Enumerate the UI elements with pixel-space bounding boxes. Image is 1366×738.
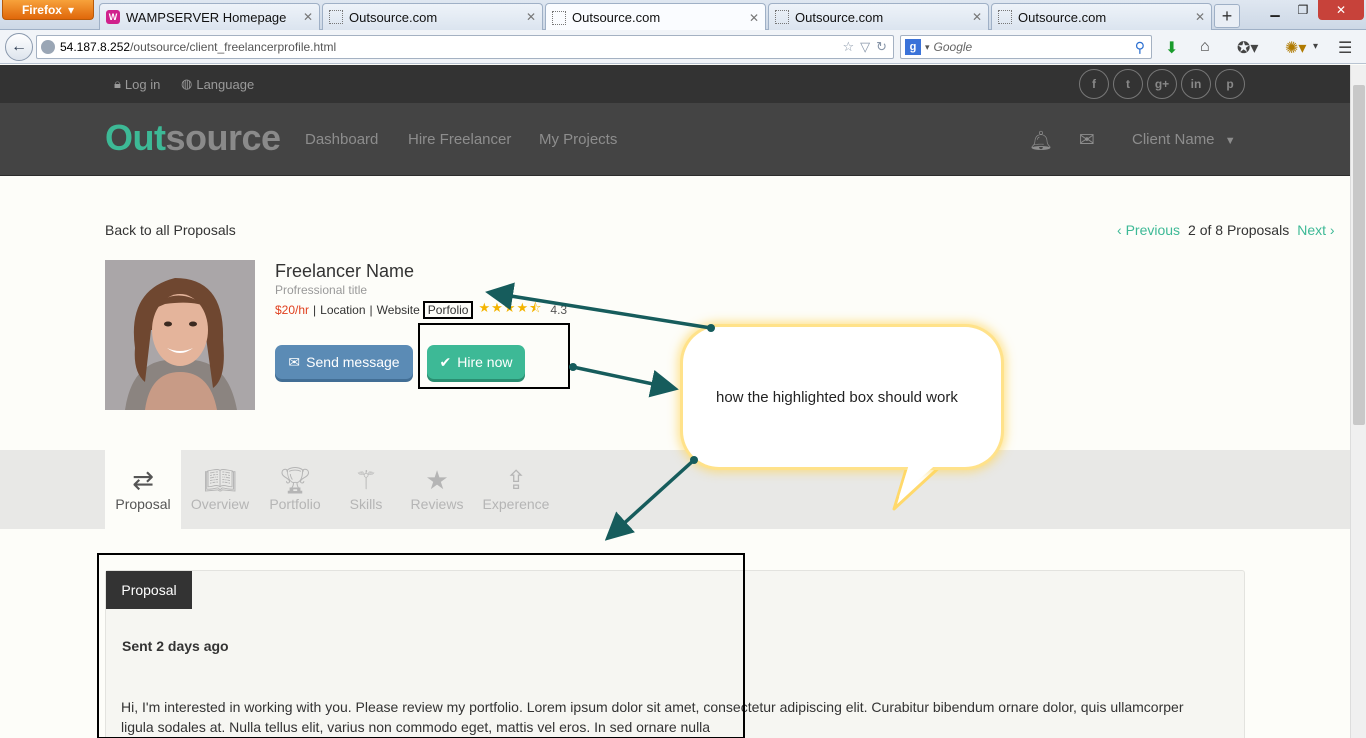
tab-title: Outsource.com (349, 9, 438, 25)
browser-tab-4[interactable]: Outsource.com ✕ (768, 3, 989, 30)
menu-icon[interactable]: ☰ (1338, 38, 1352, 58)
page-icon (775, 10, 789, 24)
callout-text: how the highlighted box should work (716, 389, 958, 406)
home-icon[interactable]: ⌂ (1200, 38, 1210, 56)
firefox-menu-label: Firefox (21, 2, 62, 17)
search-bar[interactable]: g ▾ Google ⚲ (900, 35, 1152, 59)
new-tab-button[interactable]: + (1214, 4, 1240, 28)
page-icon (998, 10, 1012, 24)
web-page: 🔒︎ Log in ◍ Language f t g+ in p Outsour… (0, 65, 1350, 738)
browser-tab-bar: Firefox ▾ W WAMPSERVER Homepage ✕ Outsou… (0, 0, 1366, 31)
minimize-button[interactable]: ▁ (1262, 0, 1288, 20)
window-close-button[interactable]: ✕ (1318, 0, 1364, 20)
scrollbar-thumb[interactable] (1353, 85, 1365, 425)
back-arrow-icon[interactable]: ← (5, 33, 33, 61)
browser-nav-bar: ← 54.187.8.252/outsource/client_freelanc… (0, 30, 1366, 64)
chevron-down-icon[interactable]: ▾ (1313, 41, 1318, 52)
google-icon[interactable]: g (905, 39, 921, 55)
close-icon[interactable]: ✕ (1195, 10, 1205, 24)
close-icon[interactable]: ✕ (972, 10, 982, 24)
page-icon (329, 10, 343, 24)
browser-tab-3-active[interactable]: Outsource.com ✕ (545, 3, 766, 31)
chevron-down-icon: ▾ (67, 2, 75, 17)
wampserver-icon: W (106, 10, 120, 24)
address-bar[interactable]: 54.187.8.252/outsource/client_freelancer… (36, 35, 894, 59)
page-icon (552, 10, 566, 25)
page-scrollbar[interactable] (1350, 65, 1366, 738)
tab-title: Outsource.com (795, 9, 884, 25)
reload-icon[interactable]: ↻ (876, 39, 887, 55)
search-placeholder: Google (933, 40, 973, 54)
restore-button[interactable]: ❐ (1290, 0, 1316, 20)
tab-title: Outsource.com (572, 10, 661, 25)
url-text: 54.187.8.252/outsource/client_freelancer… (60, 40, 337, 54)
browser-tab-5[interactable]: Outsource.com ✕ (991, 3, 1212, 30)
bookmark-star-icon[interactable]: ☆ (842, 39, 854, 55)
browser-tab-2[interactable]: Outsource.com ✕ (322, 3, 543, 30)
browser-tab-1[interactable]: W WAMPSERVER Homepage ✕ (99, 3, 320, 30)
bookmarks-icon[interactable]: ✪▾ (1237, 38, 1258, 58)
history-dropdown-icon[interactable]: ▽ (860, 39, 870, 55)
tab-title: Outsource.com (1018, 9, 1107, 25)
close-icon[interactable]: ✕ (303, 10, 313, 24)
tab-title: WAMPSERVER Homepage (126, 9, 287, 25)
callout-tail-cover (899, 461, 940, 497)
close-icon[interactable]: ✕ (526, 10, 536, 24)
download-icon[interactable]: ⬇ (1165, 38, 1178, 58)
globe-icon (41, 40, 55, 54)
firefox-menu-button[interactable]: Firefox ▾ (2, 0, 94, 20)
chevron-down-icon: ▾ (925, 41, 930, 52)
close-icon[interactable]: ✕ (749, 11, 759, 25)
addon-icon[interactable]: ✺▾ (1285, 38, 1306, 58)
search-icon[interactable]: ⚲ (1135, 39, 1145, 56)
